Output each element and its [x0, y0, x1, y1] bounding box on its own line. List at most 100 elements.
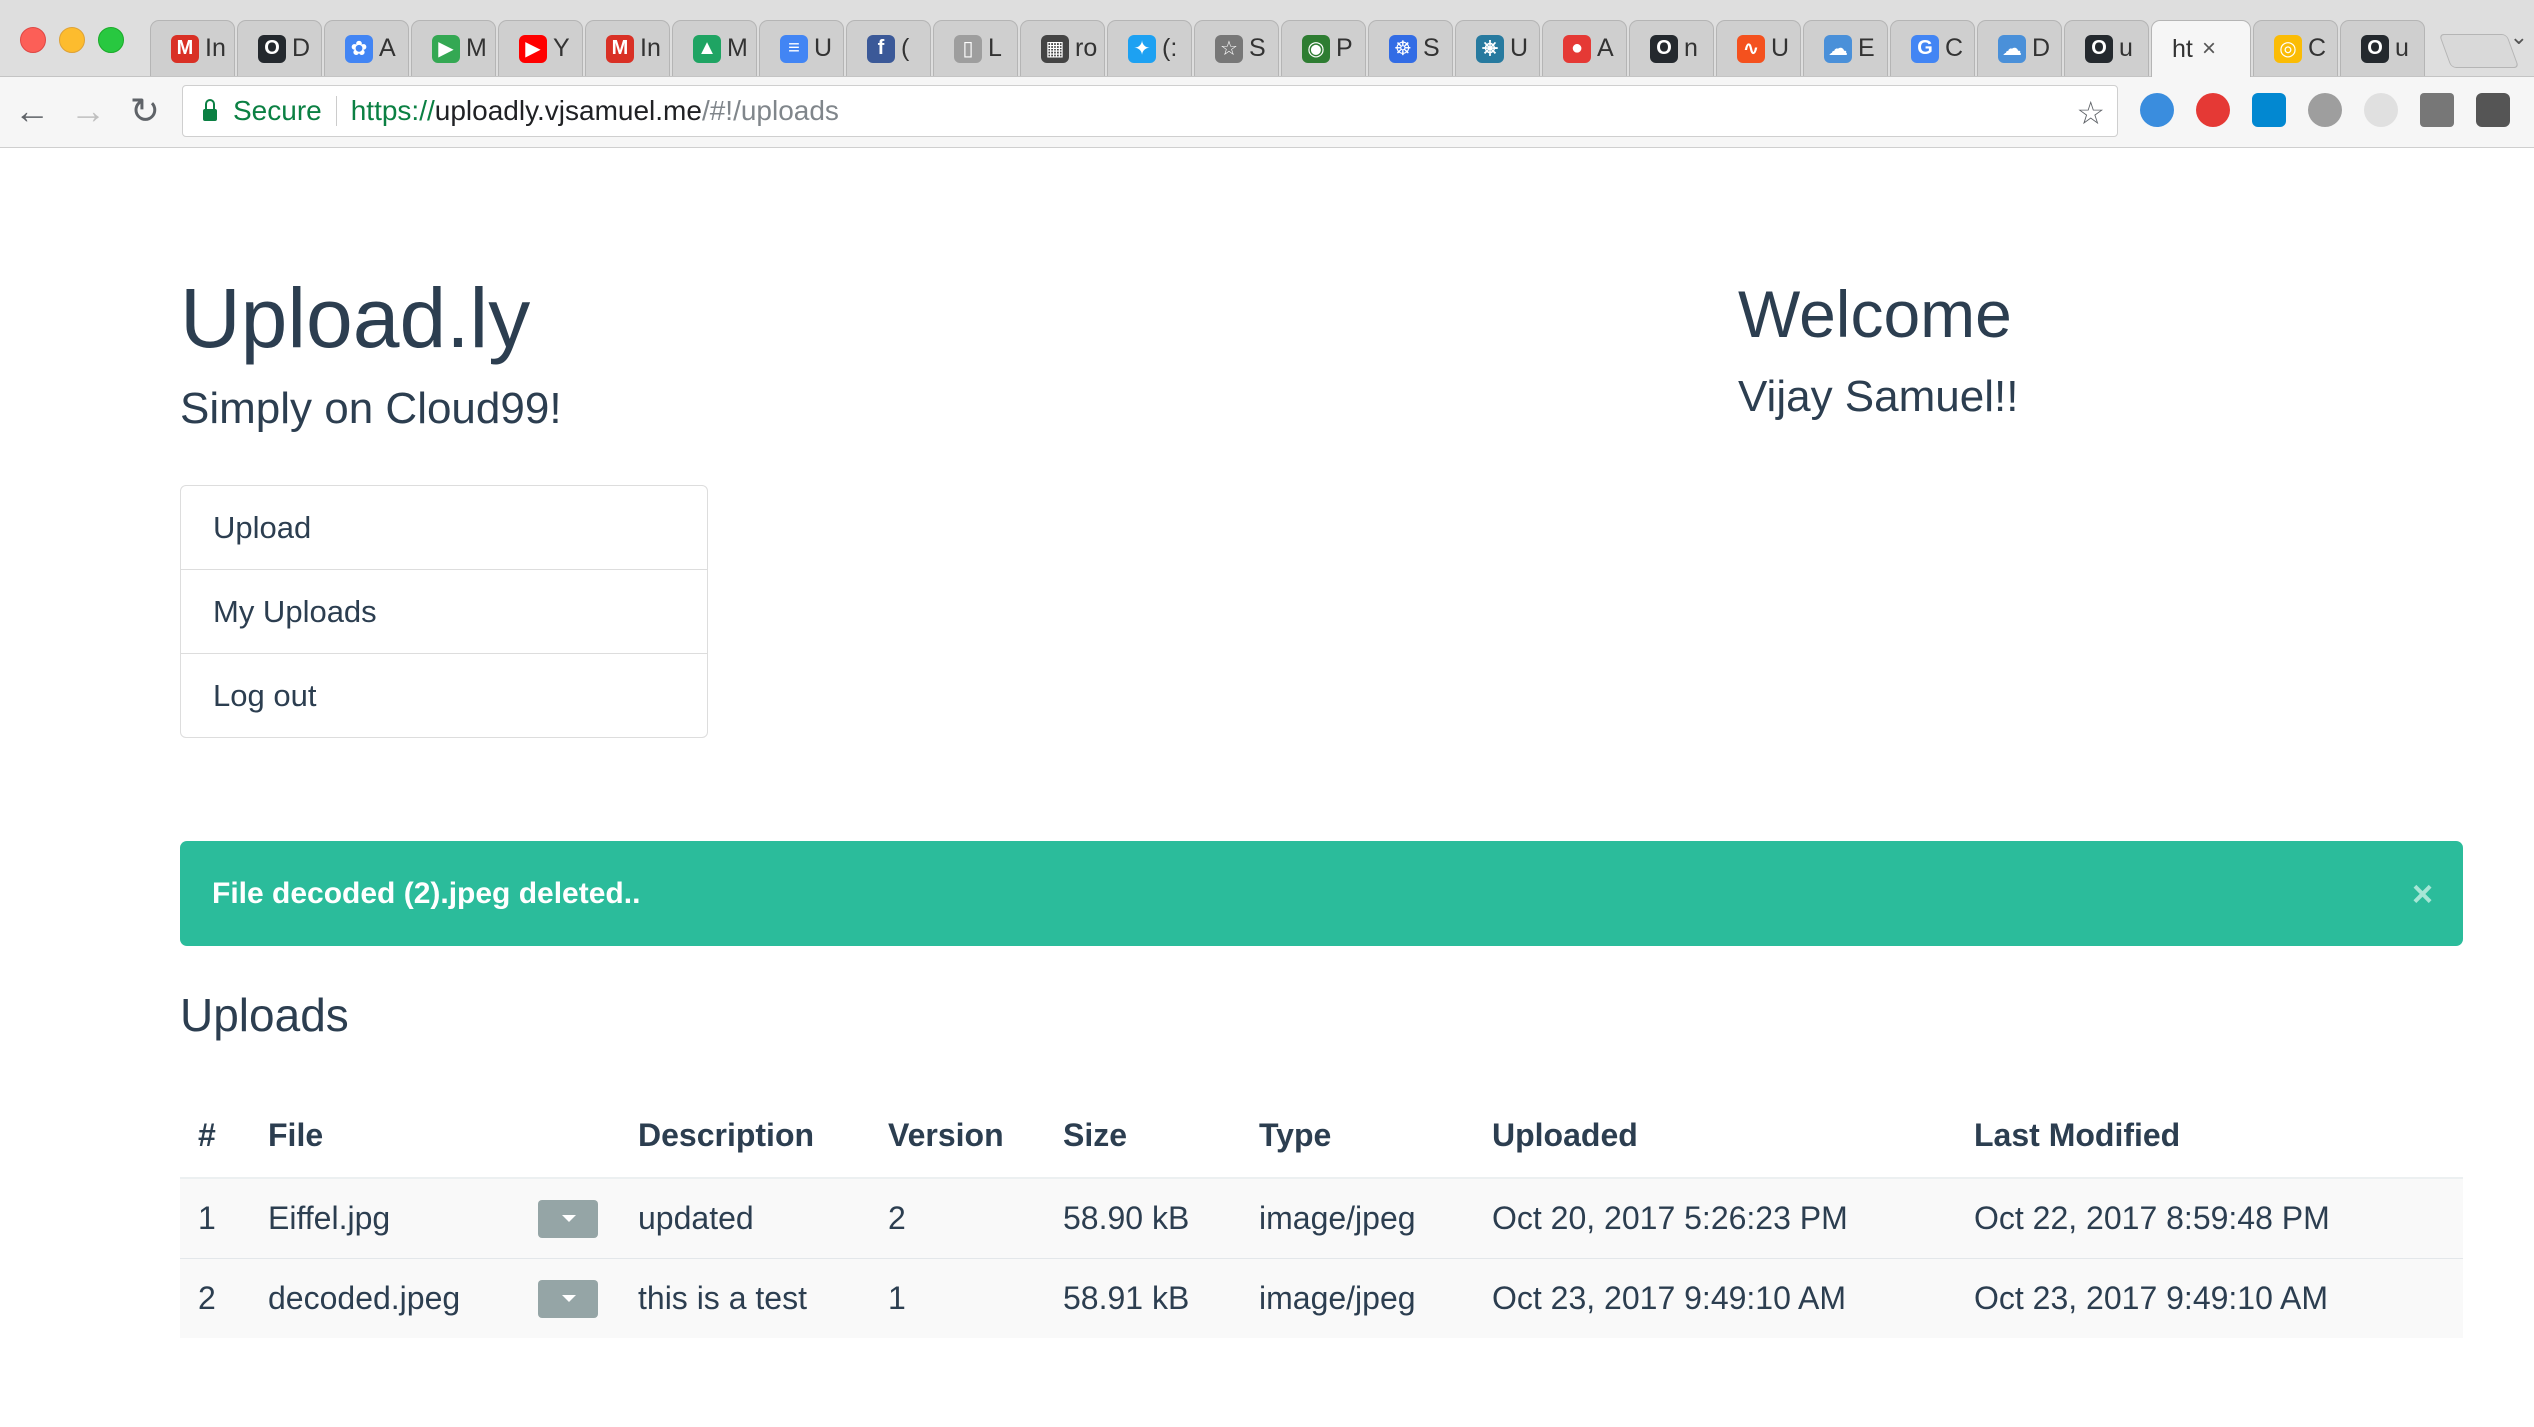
c-extension-icon[interactable]	[2252, 93, 2286, 127]
menu-item-log-out[interactable]: Log out	[181, 653, 707, 737]
browser-tab[interactable]: ▯ L	[933, 20, 1018, 76]
welcome-heading: Welcome	[1738, 277, 2012, 351]
browser-tab[interactable]: ▲ M	[672, 20, 757, 76]
url-path: /#!/uploads	[701, 95, 839, 126]
column-header: Uploaded	[1474, 1094, 1956, 1179]
browser-tab[interactable]: M In	[150, 20, 235, 76]
welcome-user-name: Vijay Samuel!!	[1738, 372, 2019, 421]
omnibox-divider	[335, 96, 337, 126]
close-icon[interactable]: ×	[2412, 841, 2433, 946]
browser-tab[interactable]: Ou	[2064, 20, 2149, 76]
menu-item-my-uploads[interactable]: My Uploads	[181, 569, 707, 653]
browser-tab[interactable]: On	[1629, 20, 1714, 76]
table-header-row: # File Description Version Size Type Upl…	[180, 1094, 2463, 1179]
browser-tab[interactable]: OD	[237, 20, 322, 76]
tab-favicon-icon: O	[2085, 34, 2113, 63]
menu-item-upload[interactable]: Upload	[181, 486, 707, 569]
secure-label: Secure	[233, 95, 322, 126]
profile-extension-icon[interactable]	[2476, 93, 2510, 127]
column-header: Description	[620, 1094, 870, 1179]
file-version: 2	[870, 1177, 1045, 1259]
browser-tab[interactable]: f(	[846, 20, 931, 76]
browser-tab[interactable]: ☸ S	[1368, 20, 1453, 76]
tab-title: M	[466, 34, 487, 62]
chevron-down-icon[interactable]: ⌄	[2510, 24, 2528, 50]
uploads-heading: Uploads	[180, 989, 349, 1041]
url-host: uploadly.vjsamuel.me	[434, 95, 702, 126]
tab-favicon-icon: ▶	[519, 34, 547, 63]
cast-icon[interactable]	[2420, 93, 2454, 127]
tab-title: u	[2395, 34, 2409, 62]
tab-title: (:	[1162, 34, 1178, 62]
extensions-bar	[2140, 93, 2510, 127]
column-header: Last Modified	[1956, 1094, 2463, 1179]
tab-title: U	[1771, 34, 1790, 62]
tab-title: n	[1684, 34, 1698, 62]
browser-tab[interactable]: ∿ U	[1716, 20, 1801, 76]
file-size: 58.90 kB	[1045, 1177, 1241, 1259]
app-subtitle: Simply on Cloud99!	[180, 384, 562, 433]
browser-tab[interactable]: ◎ C	[2253, 20, 2338, 76]
browser-tab[interactable]: ✿ A	[324, 20, 409, 76]
browser-tab[interactable]: ◉ P	[1281, 20, 1366, 76]
row-number: 1	[180, 1177, 250, 1259]
browser-tab[interactable]: ▶ Y	[498, 20, 583, 76]
tab-title: S	[1249, 34, 1266, 62]
browser-tabs: M In O D ✿ A ▶ M ▶ Y M In ▲ M ≡ Uf(▯ L ▦ ro ✦ (: ☆ S ◉ P ☸ S ⎈ U ● A On…	[150, 20, 2520, 77]
browser-tab[interactable]: ☆ S	[1194, 20, 1279, 76]
circle-extension-icon[interactable]	[2364, 93, 2398, 127]
close-window-button[interactable]	[20, 27, 46, 53]
bookmark-star-icon[interactable]: ☆	[2076, 94, 2105, 132]
browser-tab-active[interactable]: ht ×	[2151, 20, 2251, 77]
app-title: Upload.ly	[180, 271, 531, 365]
maximize-window-button[interactable]	[98, 27, 124, 53]
browser-tab[interactable]: ⎈ U	[1455, 20, 1540, 76]
tab-favicon-icon: ☁	[1998, 34, 2026, 63]
browser-tab[interactable]: M In	[585, 20, 670, 76]
alert-message: File decoded (2).jpeg deleted..	[212, 877, 641, 910]
column-header	[520, 1094, 620, 1179]
gray-extension-icon[interactable]	[2308, 93, 2342, 127]
tab-favicon-icon: ≡	[780, 34, 808, 63]
new-tab-button[interactable]	[2438, 34, 2520, 68]
browser-tab[interactable]: ≡ U	[759, 20, 844, 76]
tab-favicon-icon: ☁	[1824, 34, 1852, 63]
tab-title: M	[727, 34, 748, 62]
browser-tab[interactable]: ☁ E	[1803, 20, 1888, 76]
browser-tab[interactable]: ☁ D	[1977, 20, 2062, 76]
file-size: 58.91 kB	[1045, 1258, 1241, 1338]
tab-favicon-icon: M	[171, 34, 199, 63]
column-header: Version	[870, 1094, 1045, 1179]
file-actions-dropdown-button[interactable]	[538, 1200, 598, 1239]
tab-close-icon[interactable]: ×	[2202, 35, 2216, 63]
tab-favicon-icon: M	[606, 34, 634, 63]
tab-favicon-icon: ◎	[2274, 34, 2302, 63]
tab-title: L	[988, 34, 1002, 62]
adblock-extension-icon[interactable]	[2196, 93, 2230, 127]
lock-icon	[203, 99, 217, 121]
browser-tab[interactable]: ▶ M	[411, 20, 496, 76]
tab-title: U	[814, 34, 833, 62]
browser-tab[interactable]: ▦ ro	[1020, 20, 1105, 76]
browser-tab[interactable]: Ou	[2340, 20, 2425, 76]
tab-title: In	[640, 34, 661, 62]
back-button[interactable]: ←	[12, 91, 52, 131]
tab-favicon-icon: ▲	[693, 34, 721, 63]
tab-favicon-icon: ✦	[1128, 34, 1156, 63]
browser-tab[interactable]: ● A	[1542, 20, 1627, 76]
tab-title: C	[1945, 34, 1964, 62]
file-name: Eiffel.jpg	[250, 1177, 520, 1259]
address-bar[interactable]: Secure https:// uploadly.vjsamuel.me /#!…	[182, 85, 2118, 137]
tab-favicon-icon: ✿	[345, 34, 373, 63]
browser-tab[interactable]: ✦ (:	[1107, 20, 1192, 76]
file-actions-dropdown-button[interactable]	[538, 1280, 598, 1319]
file-description: updated	[620, 1177, 870, 1259]
globe-extension-icon[interactable]	[2140, 93, 2174, 127]
url-scheme: https://	[350, 95, 435, 126]
minimize-window-button[interactable]	[59, 27, 85, 53]
tab-title: u	[2119, 34, 2133, 62]
forward-button[interactable]: →	[68, 91, 108, 131]
table-row: 1 Eiffel.jpg updated 2 58.90 kB image/jp…	[180, 1177, 2463, 1259]
browser-tab[interactable]: GC	[1890, 20, 1975, 76]
reload-button[interactable]: ↻	[125, 91, 165, 131]
